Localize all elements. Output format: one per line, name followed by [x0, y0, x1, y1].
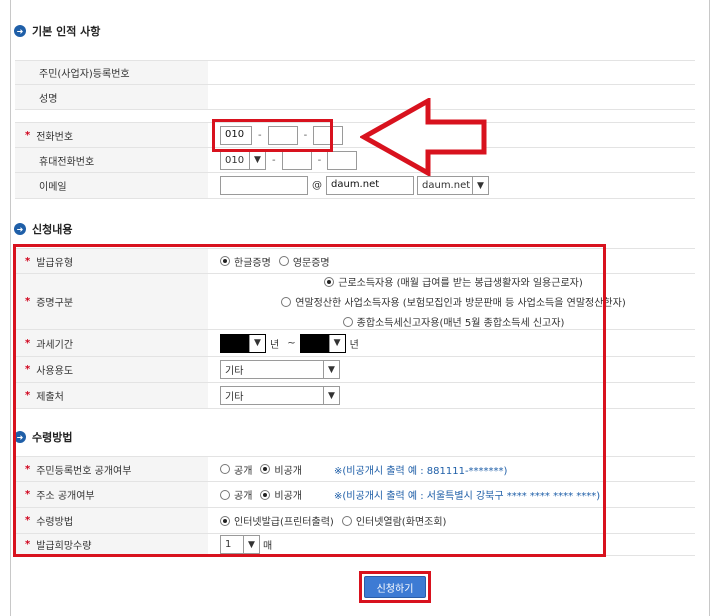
arrow-bullet-icon: ➜	[14, 223, 26, 235]
arrow-bullet-icon: ➜	[14, 25, 26, 37]
name-label: 성명	[39, 93, 58, 105]
rrn-value	[208, 61, 695, 84]
mobile-last-input[interactable]	[327, 150, 358, 170]
submit-button[interactable]: 신청하기	[364, 576, 426, 598]
email-label: 이메일	[39, 182, 67, 193]
phone-label: 전화번호	[36, 131, 74, 143]
section-basic-title: ➜ 기본 인적 사항	[14, 22, 100, 40]
chevron-down-icon: ▼	[249, 151, 265, 169]
mobile-row: 휴대전화번호 010 ▼ - -	[15, 148, 695, 173]
left-arrow-icon	[360, 98, 487, 176]
mobile-middle-input[interactable]	[281, 150, 312, 170]
name-row: 성명	[15, 85, 695, 110]
apply-highlight-box	[13, 244, 606, 557]
mobile-prefix-select[interactable]: 010 ▼	[220, 150, 266, 170]
required-mark: *	[25, 129, 31, 141]
chevron-down-icon: ▼	[472, 177, 488, 194]
email-id-input[interactable]	[220, 176, 308, 195]
email-row: 이메일 @ daum.net daum.net ▼	[15, 173, 695, 199]
email-domain-input[interactable]: daum.net	[326, 176, 414, 195]
email-domain-select[interactable]: daum.net ▼	[417, 176, 489, 195]
mobile-label: 휴대전화번호	[39, 156, 95, 168]
phone-highlight-box	[212, 119, 333, 152]
rrn-label: 주민(사업자)등록번호	[39, 69, 130, 80]
phone-row: * 전화번호 010 - -	[15, 122, 695, 148]
submit-highlight-box: 신청하기	[359, 571, 431, 603]
rrn-row: 주민(사업자)등록번호	[15, 60, 695, 85]
section-apply-title: ➜ 신청내용	[14, 220, 72, 238]
